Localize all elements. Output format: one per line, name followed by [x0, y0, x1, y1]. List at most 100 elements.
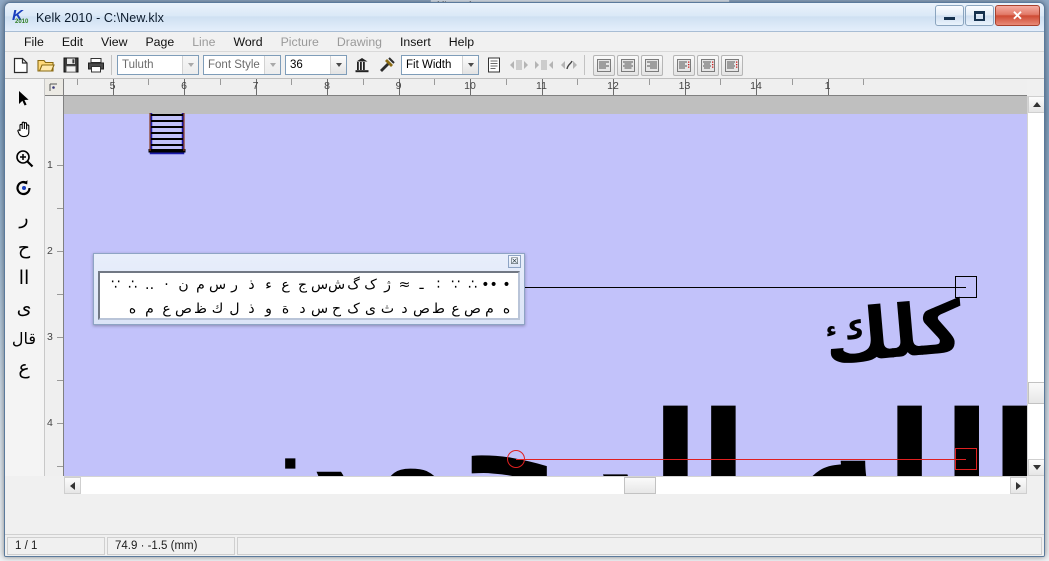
- glyph-cell[interactable]: ·: [158, 274, 175, 296]
- menu-item-file[interactable]: File: [15, 33, 53, 51]
- glyph-cell[interactable]: د: [396, 298, 413, 320]
- select-arrow-tool[interactable]: [5, 83, 43, 113]
- glyph-cell[interactable]: ژ: [379, 274, 396, 296]
- scroll-left-button[interactable]: [64, 477, 81, 494]
- baseline-lower-start-handle[interactable]: [507, 450, 525, 468]
- zoom-mode-dropdown-arrow[interactable]: [462, 56, 478, 74]
- vertical-ruler[interactable]: 01234: [45, 96, 64, 476]
- print-button[interactable]: [84, 54, 107, 76]
- alef-tool[interactable]: اا: [5, 263, 43, 293]
- align-right-dots-button[interactable]: [721, 55, 743, 76]
- ladder-grid-object[interactable]: [147, 113, 187, 166]
- glyph-cell[interactable]: ش: [328, 274, 345, 296]
- glyph-palette-body[interactable]: •••∴∵∶ـ≈ژکگشسجعءذرسمن·‥∴∵⋮ همصعطصدثیکحسد…: [98, 271, 520, 320]
- align-left-dots-button[interactable]: [673, 55, 695, 76]
- glyph-cell[interactable]: ع: [277, 274, 294, 296]
- font-style-combo[interactable]: Font Style :: [203, 55, 281, 75]
- glyph-cell[interactable]: ه: [124, 298, 141, 320]
- menu-item-page[interactable]: Page: [136, 33, 183, 51]
- glyph-cell[interactable]: ر: [226, 274, 243, 296]
- horizontal-scroll-track[interactable]: [81, 477, 1010, 494]
- glyph-cell[interactable]: ـ: [413, 274, 430, 296]
- page-setup-button[interactable]: [482, 54, 505, 76]
- baseline-lower-end-handle[interactable]: [955, 448, 977, 470]
- bismillah-artwork[interactable]: بسم الله الرحمن: [239, 390, 1027, 476]
- glyph-cell[interactable]: ∵: [447, 274, 464, 296]
- glyph-cell[interactable]: ع: [447, 298, 464, 320]
- horizontal-scrollbar[interactable]: [64, 476, 1027, 493]
- minimize-button[interactable]: [935, 5, 964, 26]
- glyph-cell[interactable]: س: [311, 274, 328, 296]
- glyph-cell[interactable]: د: [294, 298, 311, 320]
- glyph-cell[interactable]: •: [498, 274, 515, 296]
- glyph-cell[interactable]: م: [141, 298, 158, 320]
- kashida-button[interactable]: [557, 54, 580, 76]
- close-button[interactable]: ✕: [995, 5, 1040, 26]
- qalam-tool[interactable]: قال: [5, 323, 43, 353]
- glyph-cell[interactable]: ه: [498, 298, 515, 320]
- glyph-cell[interactable]: ∴: [464, 274, 481, 296]
- menu-item-insert[interactable]: Insert: [391, 33, 440, 51]
- open-file-button[interactable]: [34, 54, 57, 76]
- glyph-cell[interactable]: ≈: [396, 274, 413, 296]
- rotate-tool[interactable]: [5, 173, 43, 203]
- menu-item-edit[interactable]: Edit: [53, 33, 92, 51]
- glyph-cell[interactable]: ث: [379, 298, 396, 320]
- font-name-dropdown-arrow[interactable]: [182, 56, 198, 74]
- glyph-cell[interactable]: ذ: [243, 274, 260, 296]
- font-style-dropdown-arrow[interactable]: [264, 56, 280, 74]
- glyph-cell[interactable]: ی: [362, 298, 379, 320]
- glyph-cell[interactable]: ••: [481, 274, 498, 296]
- glyph-cell[interactable]: س: [311, 298, 328, 320]
- pan-hand-tool[interactable]: [5, 113, 43, 143]
- maximize-button[interactable]: [965, 5, 994, 26]
- menu-item-view[interactable]: View: [92, 33, 136, 51]
- glyph-cell[interactable]: ع: [158, 298, 175, 320]
- new-document-button[interactable]: [9, 54, 32, 76]
- glyph-cell[interactable]: و: [260, 298, 277, 320]
- glyph-cell[interactable]: ∵: [107, 274, 124, 296]
- scroll-down-button[interactable]: [1028, 459, 1045, 476]
- align-left-button[interactable]: [593, 55, 615, 76]
- glyph-cell[interactable]: ذ: [243, 298, 260, 320]
- expand-spacing-button[interactable]: [507, 54, 530, 76]
- glyph-palette-close-button[interactable]: ☒: [508, 255, 521, 268]
- scroll-up-button[interactable]: [1028, 96, 1045, 113]
- glyph-cell[interactable]: ک: [345, 298, 362, 320]
- glyph-cell[interactable]: ء: [260, 274, 277, 296]
- vertical-scroll-thumb[interactable]: [1028, 382, 1045, 404]
- zoom-mode-combo[interactable]: Fit Width: [401, 55, 479, 75]
- glyph-cell[interactable]: ‥: [141, 274, 158, 296]
- scroll-right-button[interactable]: [1010, 477, 1027, 494]
- tools-button[interactable]: [375, 54, 398, 76]
- glyph-cell[interactable]: ص: [464, 298, 481, 320]
- monument-button[interactable]: [350, 54, 373, 76]
- glyph-palette-titlebar[interactable]: ☒: [94, 254, 524, 270]
- glyph-cell[interactable]: م: [192, 274, 209, 296]
- kelk-word-artwork[interactable]: كلك: [821, 290, 965, 374]
- yaa-tool[interactable]: ى: [5, 293, 43, 323]
- vertical-scroll-track[interactable]: [1028, 113, 1045, 459]
- vertical-scrollbar[interactable]: [1027, 96, 1044, 476]
- glyph-cell[interactable]: ∶: [430, 274, 447, 296]
- collapse-spacing-button[interactable]: [532, 54, 555, 76]
- font-size-combo[interactable]: 36: [285, 55, 347, 75]
- glyph-cell[interactable]: گ: [345, 274, 362, 296]
- glyph-cell[interactable]: ج: [294, 274, 311, 296]
- kelk-hamza-mark[interactable]: ء: [826, 320, 837, 342]
- align-right-button[interactable]: [641, 55, 663, 76]
- glyph-cell[interactable]: ظ: [192, 298, 209, 320]
- font-name-combo[interactable]: Tuluth: [117, 55, 199, 75]
- glyph-cell[interactable]: ط: [430, 298, 447, 320]
- word-tool[interactable]: ر: [5, 203, 43, 233]
- glyph-cell[interactable]: ک: [362, 274, 379, 296]
- align-center-dots-button[interactable]: [697, 55, 719, 76]
- save-button[interactable]: [59, 54, 82, 76]
- baseline-upper-end-handle[interactable]: [955, 276, 977, 298]
- glyph-cell[interactable]: ⋮: [98, 274, 107, 296]
- glyph-cell[interactable]: ل: [226, 298, 243, 320]
- glyph-cell[interactable]: ∴: [124, 274, 141, 296]
- glyph-cell[interactable]: ح: [328, 298, 345, 320]
- zoom-tool[interactable]: [5, 143, 43, 173]
- letter-tool[interactable]: ح: [5, 233, 43, 263]
